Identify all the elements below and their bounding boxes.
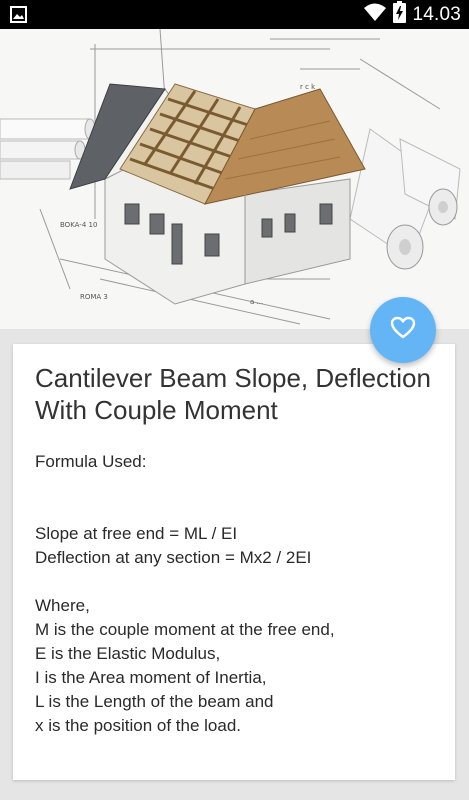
svg-text:ROMA 3: ROMA 3 [80, 293, 108, 301]
heart-outline-icon [390, 316, 416, 345]
image-notification-icon [10, 6, 27, 28]
svg-text:r c k: r c k [300, 83, 316, 91]
article-title: Cantilever Beam Slope, Deflection With C… [35, 363, 431, 425]
svg-text:BOKA-4 10: BOKA-4 10 [60, 221, 97, 229]
hero-image: 3 - - - 41 BOKA-4 10 ROMA 3 a ... r c k [0, 29, 469, 329]
wifi-icon [363, 2, 387, 27]
svg-text:a ...: a ... [250, 298, 263, 306]
favorite-button[interactable] [370, 297, 436, 363]
status-bar: 14.03 [0, 0, 469, 29]
article-card: Cantilever Beam Slope, Deflection With C… [13, 344, 455, 780]
battery-charging-icon [393, 1, 407, 28]
clock: 14.03 [412, 3, 461, 25]
article-body: Formula Used: Slope at free end = ML / E… [35, 452, 335, 735]
